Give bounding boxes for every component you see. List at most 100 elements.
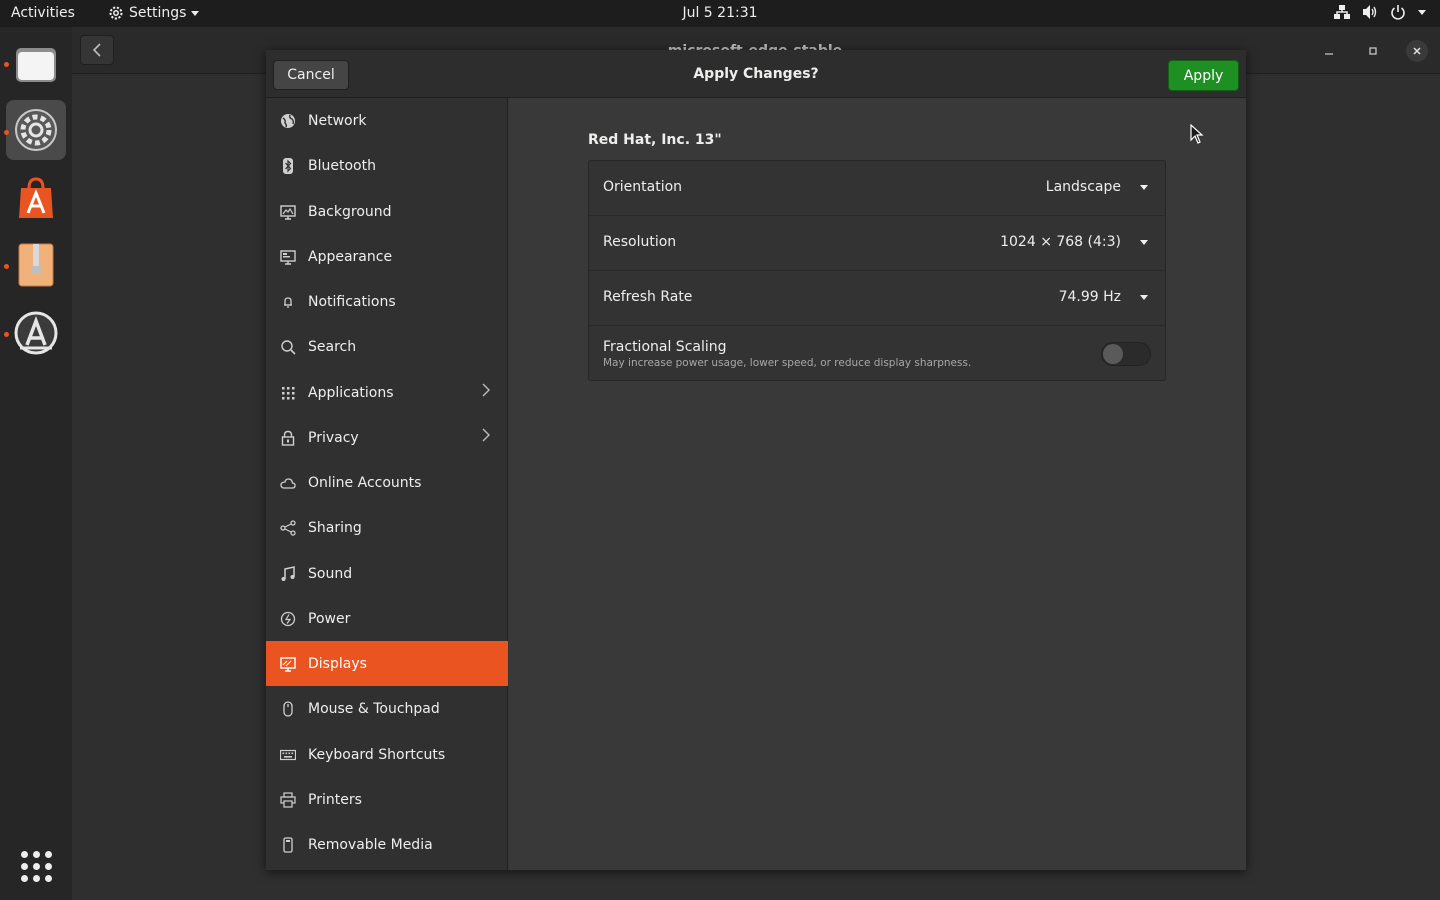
display-icon: [280, 656, 296, 672]
cloud-icon: [280, 475, 296, 491]
sidebar-item-keyboard-shortcuts[interactable]: Keyboard Shortcuts: [266, 732, 508, 777]
chevron-right-icon: [482, 428, 490, 446]
fractional-scaling-description: May increase power usage, lower speed, o…: [603, 357, 972, 369]
show-applications-button[interactable]: [6, 836, 66, 896]
refresh-rate-row[interactable]: Refresh Rate 74.99 Hz: [589, 271, 1165, 326]
dock-software-center[interactable]: [6, 168, 66, 228]
orientation-label: Orientation: [603, 179, 683, 195]
dock: [0, 27, 72, 900]
music-note-icon: [280, 565, 296, 582]
system-tray[interactable]: [1334, 4, 1426, 20]
dock-software-updater[interactable]: [6, 303, 66, 363]
sidebar-item-removable-media[interactable]: Removable Media: [266, 822, 508, 867]
dock-settings[interactable]: [6, 100, 66, 160]
sidebar-item-label: Applications: [308, 384, 394, 401]
orientation-value: Landscape: [1045, 179, 1121, 195]
orientation-row[interactable]: Orientation Landscape: [589, 161, 1165, 216]
display-settings-panel: Orientation Landscape Resolution 1024 × …: [588, 160, 1166, 381]
power-icon: [1391, 5, 1405, 20]
bell-icon: [280, 294, 296, 310]
fractional-scaling-row: Fractional Scaling May increase power us…: [589, 326, 1165, 381]
sidebar-item-online-accounts[interactable]: Online Accounts: [266, 460, 508, 505]
sidebar-item-privacy[interactable]: Privacy: [266, 415, 508, 460]
maximize-button[interactable]: [1362, 40, 1384, 62]
chevron-down-icon: [1140, 240, 1148, 245]
header-title: Apply Changes?: [693, 66, 819, 82]
dock-files[interactable]: [6, 34, 66, 94]
printer-icon: [280, 791, 296, 808]
close-button[interactable]: [1406, 40, 1428, 62]
settings-gear-icon: [109, 6, 123, 20]
app-menu[interactable]: Settings: [108, 5, 200, 21]
software-updater-icon: [14, 311, 58, 355]
back-button[interactable]: [80, 35, 114, 65]
fractional-scaling-label: Fractional Scaling: [603, 339, 727, 355]
minimize-button[interactable]: [1318, 40, 1340, 62]
sidebar-item-bluetooth[interactable]: Bluetooth: [266, 143, 508, 188]
mouse-icon: [280, 700, 296, 717]
sidebar-item-notifications[interactable]: Notifications: [266, 279, 508, 324]
sidebar-item-label: Keyboard Shortcuts: [308, 746, 446, 763]
sidebar-item-power[interactable]: Power: [266, 596, 508, 641]
sidebar-item-label: Notifications: [308, 293, 396, 310]
sidebar-item-label: Mouse & Touchpad: [308, 700, 440, 717]
minimize-icon: [1325, 53, 1333, 55]
running-indicator: [4, 62, 9, 67]
running-indicator: [4, 130, 9, 135]
software-center-icon: [19, 177, 53, 218]
settings-window: Cancel Apply Changes? Apply Network Blue…: [266, 50, 1246, 870]
chevron-down-icon: [1140, 295, 1148, 300]
resolution-label: Resolution: [603, 234, 677, 250]
bluetooth-icon: [280, 157, 296, 174]
sidebar-item-printers[interactable]: Printers: [266, 777, 508, 822]
show-applications-icon: [20, 850, 52, 882]
sidebar-item-appearance[interactable]: Appearance: [266, 234, 508, 279]
fractional-scaling-toggle[interactable]: [1101, 342, 1151, 366]
activities-button[interactable]: Activities: [11, 5, 75, 21]
share-icon: [280, 519, 296, 536]
background-icon: [280, 204, 296, 220]
sidebar-item-label: Background: [308, 203, 392, 220]
sidebar-item-search[interactable]: Search: [266, 324, 508, 369]
sidebar-item-label: Online Accounts: [308, 474, 422, 491]
chevron-left-icon: [92, 43, 101, 57]
sidebar-item-sharing[interactable]: Sharing: [266, 505, 508, 550]
chevron-down-icon: [191, 10, 200, 16]
running-indicator: [4, 332, 9, 337]
window-controls: [1318, 40, 1428, 62]
sidebar-item-displays[interactable]: Displays: [266, 641, 508, 686]
sidebar-item-background[interactable]: Background: [266, 189, 508, 234]
sidebar-item-label: Displays: [308, 655, 367, 672]
maximize-icon: [1369, 47, 1377, 55]
volume-icon: [1363, 5, 1377, 19]
settings-header: Cancel Apply Changes? Apply: [266, 50, 1246, 98]
settings-sidebar: Network Bluetooth Background Appearance …: [266, 98, 508, 870]
keyboard-icon: [280, 747, 296, 763]
toggle-knob: [1103, 344, 1123, 364]
running-indicator: [4, 264, 9, 269]
sidebar-item-network[interactable]: Network: [266, 98, 508, 143]
removable-media-icon: [280, 836, 296, 853]
resolution-row[interactable]: Resolution 1024 × 768 (4:3): [589, 216, 1165, 271]
power-icon: [280, 611, 296, 627]
sidebar-item-applications[interactable]: Applications: [266, 370, 508, 415]
sidebar-item-mouse-touchpad[interactable]: Mouse & Touchpad: [266, 686, 508, 731]
settings-gear-icon: [15, 109, 57, 151]
displays-content: Red Hat, Inc. 13" Orientation Landscape …: [509, 98, 1246, 870]
network-wired-icon: [1334, 5, 1350, 19]
mouse-cursor-icon: [1190, 124, 1204, 144]
files-icon: [16, 48, 56, 82]
search-icon: [280, 339, 296, 355]
network-icon: [280, 113, 296, 129]
window-title: microsoft-edge-stable: [632, 40, 878, 50]
dock-archive-manager[interactable]: [6, 235, 66, 295]
sidebar-item-label: Privacy: [308, 429, 359, 446]
sidebar-item-sound[interactable]: Sound: [266, 551, 508, 596]
apply-button[interactable]: Apply: [1168, 60, 1239, 91]
archive-manager-icon: [18, 243, 54, 287]
sidebar-item-label: Sharing: [308, 519, 362, 536]
clock[interactable]: Jul 5 21:31: [0, 5, 1440, 21]
refresh-rate-label: Refresh Rate: [603, 289, 693, 305]
sidebar-item-label: Bluetooth: [308, 157, 376, 174]
sidebar-item-label: Printers: [308, 791, 362, 808]
